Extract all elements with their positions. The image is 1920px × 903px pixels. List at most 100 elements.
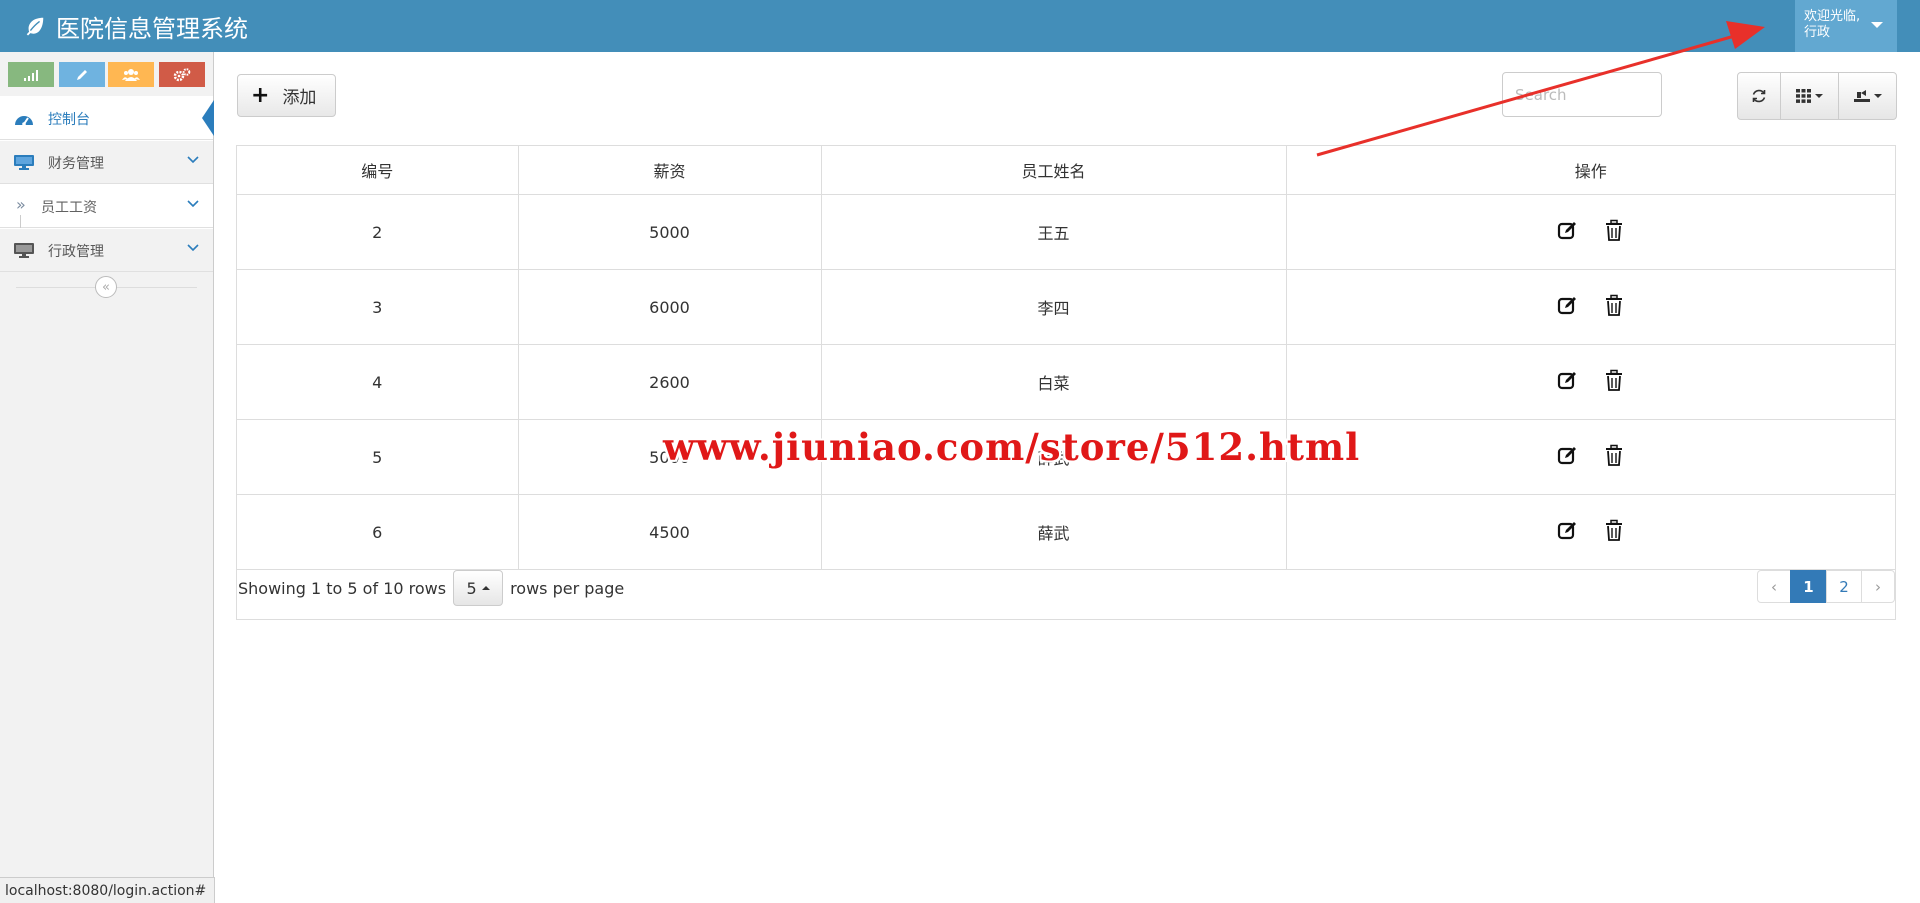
collapse-sidebar-button[interactable]: « — [95, 276, 117, 298]
caret-down-icon — [1871, 22, 1883, 28]
cell-salary: 5000 — [518, 194, 822, 270]
data-table-container: 编号 薪资 员工姓名 操作 2 5000 王五 3 6000 李四 4 2600… — [236, 145, 1896, 620]
trash-icon[interactable] — [1603, 294, 1625, 316]
table-row: 2 5000 王五 — [237, 194, 1895, 270]
table-row: 6 4500 薛武 — [237, 494, 1895, 570]
shortcut-users-button[interactable] — [108, 62, 154, 87]
shortcut-cogs-button[interactable] — [159, 62, 205, 87]
leaf-icon — [26, 17, 44, 36]
column-header-salary[interactable]: 薪资 — [518, 146, 822, 195]
cell-salary: 4500 — [518, 494, 822, 570]
export-button[interactable] — [1838, 72, 1897, 120]
column-header-actions: 操作 — [1286, 146, 1895, 195]
sidebar-shortcuts — [0, 52, 213, 96]
page-size-dropdown[interactable]: 5 — [453, 570, 504, 606]
pencil-icon — [77, 69, 87, 80]
users-icon — [122, 68, 140, 81]
double-angle-left-icon: « — [102, 279, 110, 295]
chevron-down-icon — [187, 200, 199, 208]
pagination-info: Showing 1 to 5 of 10 rows 5 rows per pag… — [238, 570, 624, 606]
cell-name: 白菜 — [821, 344, 1287, 420]
caret-up-icon — [481, 586, 490, 590]
tree-line — [20, 215, 21, 229]
edit-icon[interactable] — [1557, 294, 1579, 316]
top-navbar: 医院信息管理系统 欢迎光临, 行政 — [0, 0, 1920, 52]
desktop-icon — [14, 243, 34, 258]
refresh-button[interactable] — [1737, 72, 1781, 120]
add-button-label: 添加 — [282, 88, 317, 108]
grid-icon — [1796, 89, 1811, 103]
trash-icon[interactable] — [1603, 219, 1625, 241]
column-header-id[interactable]: 编号 — [237, 146, 519, 195]
shortcut-pencil-button[interactable] — [59, 62, 105, 87]
chevron-down-icon — [187, 244, 199, 252]
caret-down-icon — [1815, 94, 1823, 98]
sidebar-collapse: « — [0, 272, 213, 302]
cell-id: 5 — [237, 419, 519, 495]
chevron-down-icon — [187, 156, 199, 164]
sidebar-item-admin[interactable]: 行政管理 — [0, 228, 213, 272]
user-menu-button[interactable]: 欢迎光临, 行政 — [1795, 0, 1897, 52]
welcome-text: 欢迎光临, — [1804, 9, 1861, 24]
trash-icon[interactable] — [1603, 444, 1625, 466]
active-marker — [202, 100, 214, 136]
cell-name: 薛武 — [821, 494, 1287, 570]
pagination: ‹ 1 2 › — [1757, 570, 1895, 603]
edit-icon[interactable] — [1557, 444, 1579, 466]
export-icon — [1853, 90, 1870, 102]
data-table: 编号 薪资 员工姓名 操作 2 5000 王五 3 6000 李四 4 2600… — [237, 146, 1895, 570]
column-header-name[interactable]: 员工姓名 — [821, 146, 1287, 195]
sidebar-item-label: 财务管理 — [48, 156, 104, 172]
cell-actions — [1286, 344, 1895, 420]
cell-salary: 6000 — [518, 269, 822, 345]
page-size-value: 5 — [466, 578, 477, 598]
edit-icon[interactable] — [1557, 519, 1579, 541]
page-next-button[interactable]: › — [1861, 570, 1895, 603]
add-button[interactable]: + 添加 — [237, 74, 336, 117]
rows-per-page-text: rows per page — [510, 578, 625, 598]
edit-icon[interactable] — [1557, 369, 1579, 391]
sidebar-item-dashboard[interactable]: 控制台 — [0, 96, 214, 140]
table-header-row: 编号 薪资 员工姓名 操作 — [237, 146, 1895, 195]
sidebar-item-label: 控制台 — [48, 112, 90, 128]
cogs-icon — [173, 67, 191, 81]
double-angle-right-icon: » — [16, 195, 26, 214]
table-row: 4 2600 白菜 — [237, 344, 1895, 420]
table-row: 3 6000 李四 — [237, 269, 1895, 345]
cell-actions — [1286, 269, 1895, 345]
sidebar-item-finance[interactable]: 财务管理 — [0, 140, 213, 184]
search-input[interactable] — [1502, 72, 1662, 117]
page-2-button[interactable]: 2 — [1826, 570, 1862, 603]
username: 行政 — [1804, 25, 1831, 40]
page-1-button[interactable]: 1 — [1790, 570, 1827, 603]
showing-text: Showing 1 to 5 of 10 rows — [238, 578, 447, 598]
sidebar-item-label: 员工工资 — [41, 200, 97, 216]
sidebar-item-label: 行政管理 — [48, 244, 104, 260]
cell-id: 4 — [237, 344, 519, 420]
cell-id: 2 — [237, 194, 519, 270]
watermark: www.jiuniao.com/store/512.html — [663, 425, 1361, 469]
plus-icon: + — [251, 82, 270, 108]
columns-toggle-button[interactable] — [1780, 72, 1839, 120]
edit-icon[interactable] — [1557, 219, 1579, 241]
signal-icon — [24, 69, 38, 81]
shortcut-signal-button[interactable] — [8, 62, 54, 87]
sidebar-item-salary[interactable]: » 员工工资 — [0, 184, 213, 229]
cell-id: 6 — [237, 494, 519, 570]
dashboard-icon — [15, 116, 33, 126]
sidebar: 控制台 财务管理 » 员工工资 行政管理 « — [0, 52, 214, 902]
refresh-icon — [1752, 89, 1766, 103]
cell-actions — [1286, 194, 1895, 270]
desktop-icon — [14, 155, 34, 170]
cell-actions — [1286, 494, 1895, 570]
trash-icon[interactable] — [1603, 519, 1625, 541]
caret-down-icon — [1873, 94, 1882, 98]
cell-name: 李四 — [821, 269, 1287, 345]
brand[interactable]: 医院信息管理系统 — [24, 0, 248, 52]
page-prev-button[interactable]: ‹ — [1757, 570, 1791, 603]
app-title: 医院信息管理系统 — [56, 14, 248, 43]
cell-id: 3 — [237, 269, 519, 345]
table-toolbar — [1737, 72, 1897, 120]
trash-icon[interactable] — [1603, 369, 1625, 391]
cell-salary: 2600 — [518, 344, 822, 420]
